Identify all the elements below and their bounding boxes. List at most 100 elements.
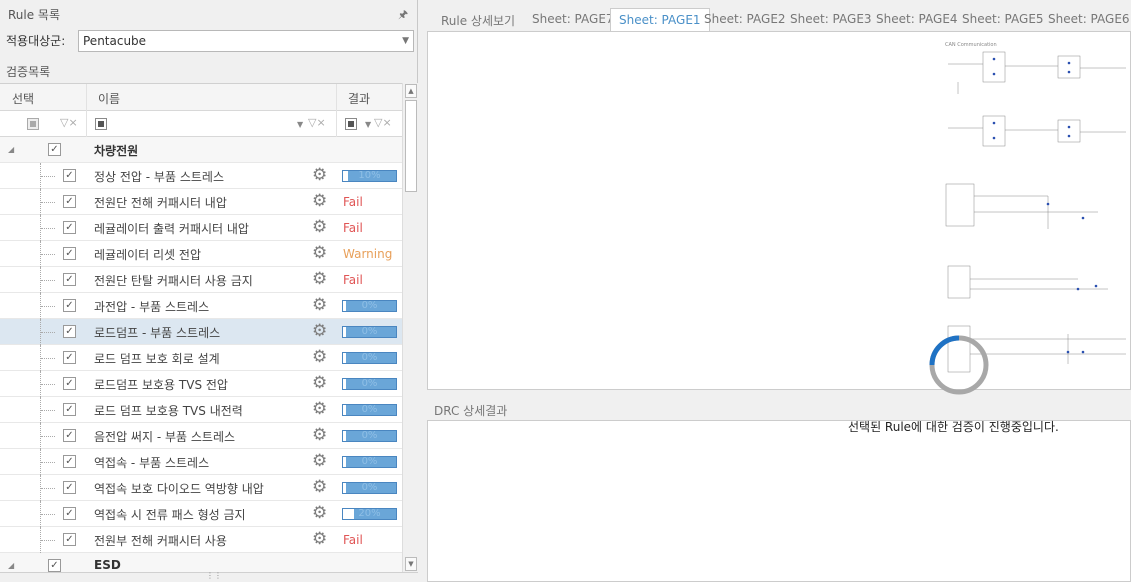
tab-sheet[interactable]: Sheet: PAGE3 xyxy=(782,8,880,32)
progress-bar: 0% xyxy=(342,404,397,416)
gear-icon[interactable]: ⚙ xyxy=(312,452,327,470)
target-group-select[interactable]: Pentacube ▼ xyxy=(78,30,414,52)
tab-rule-detail[interactable]: Rule 상세보기 xyxy=(433,8,523,32)
scrollbar-thumb[interactable] xyxy=(405,100,417,192)
table-row[interactable]: ✓ 레귤레이터 리셋 전압 ⚙ Warning xyxy=(0,241,402,267)
verify-list-label: 검증목록 xyxy=(6,65,51,79)
row-checkbox[interactable]: ✓ xyxy=(63,455,76,468)
collapse-icon[interactable]: ◢ xyxy=(8,561,14,570)
gear-icon[interactable]: ⚙ xyxy=(312,478,327,496)
select-filter-checkbox[interactable] xyxy=(27,118,39,130)
gear-icon[interactable]: ⚙ xyxy=(312,400,327,418)
table-row[interactable]: ✓ 음전압 써지 - 부품 스트레스 ⚙ 0% xyxy=(0,423,402,449)
rule-name: 로드덤프 보호용 TVS 전압 xyxy=(94,378,228,392)
table-row[interactable]: ✓ 역접속 - 부품 스트레스 ⚙ 0% xyxy=(0,449,402,475)
gear-icon[interactable]: ⚙ xyxy=(312,296,327,314)
result-fail: Fail xyxy=(343,273,363,287)
table-row[interactable]: ✓ 레귤레이터 출력 커패시터 내압 ⚙ Fail xyxy=(0,215,402,241)
row-checkbox[interactable]: ✓ xyxy=(63,507,76,520)
table-row[interactable]: ✓ 로드덤프 - 부품 스트레스 ⚙ 0% xyxy=(0,319,402,345)
row-checkbox[interactable]: ✓ xyxy=(63,247,76,260)
table-row[interactable]: ✓ 전원단 탄탈 커패시터 사용 금지 ⚙ Fail xyxy=(0,267,402,293)
result-clear-filter-icon[interactable]: ▽× xyxy=(374,116,392,129)
chevron-down-icon[interactable]: ▼ xyxy=(402,31,409,51)
scroll-up-icon[interactable]: ▲ xyxy=(405,84,417,98)
column-header-name[interactable]: 이름 xyxy=(98,90,120,107)
group-row[interactable]: ◢ ✓ 차량전원 xyxy=(0,137,402,163)
progress-text: 10% xyxy=(358,170,381,181)
rule-name: 역접속 시 전류 패스 형성 금지 xyxy=(94,508,246,522)
grid-scrollbar[interactable]: ▲ ▼ xyxy=(402,83,418,572)
result-warning: Warning xyxy=(343,247,393,261)
scroll-down-icon[interactable]: ▼ xyxy=(405,557,417,571)
rule-name: 전원부 전해 커패시터 사용 xyxy=(94,534,227,548)
table-row[interactable]: ✓ 전원부 전해 커패시터 사용 ⚙ Fail xyxy=(0,527,402,553)
row-checkbox[interactable]: ✓ xyxy=(63,533,76,546)
table-row[interactable]: ✓ 정상 전압 - 부품 스트레스 ⚙ 10% xyxy=(0,163,402,189)
progress-text: 0% xyxy=(361,404,378,415)
gear-icon[interactable]: ⚙ xyxy=(312,166,327,184)
group-row[interactable]: ◢ ✓ ESD xyxy=(0,553,402,572)
row-checkbox[interactable]: ✓ xyxy=(63,325,76,338)
progress-bar: 0% xyxy=(342,456,397,468)
column-header-result[interactable]: 결과 xyxy=(348,90,370,107)
rule-name: 레귤레이터 리셋 전압 xyxy=(94,248,201,262)
row-checkbox[interactable]: ✓ xyxy=(63,351,76,364)
group-checkbox[interactable]: ✓ xyxy=(48,559,61,572)
tab-sheet[interactable]: Sheet: PAGE5 xyxy=(954,8,1052,32)
table-row[interactable]: ✓ 역접속 시 전류 패스 형성 금지 ⚙ 20% xyxy=(0,501,402,527)
tab-sheet[interactable]: Sheet: PAGE7 xyxy=(524,8,622,32)
tab-sheet[interactable]: Sheet: PAGE2 xyxy=(696,8,794,32)
row-checkbox[interactable]: ✓ xyxy=(63,169,76,182)
loading-spinner-icon xyxy=(929,335,989,395)
row-checkbox[interactable]: ✓ xyxy=(63,403,76,416)
name-filter-dropdown-icon[interactable]: ▼ xyxy=(297,120,303,129)
gear-icon[interactable]: ⚙ xyxy=(312,192,327,210)
gear-icon[interactable]: ⚙ xyxy=(312,530,327,548)
group-checkbox[interactable]: ✓ xyxy=(48,143,61,156)
schematic-view[interactable]: CAN Communication xyxy=(427,31,1131,390)
gear-icon[interactable]: ⚙ xyxy=(312,374,327,392)
row-checkbox[interactable]: ✓ xyxy=(63,481,76,494)
progress-text: 0% xyxy=(361,326,378,337)
name-filter-checkbox[interactable] xyxy=(95,118,107,130)
gear-icon[interactable]: ⚙ xyxy=(312,426,327,444)
clear-filter-icon[interactable]: ▽× xyxy=(60,116,78,129)
gear-icon[interactable]: ⚙ xyxy=(312,218,327,236)
result-fail: Fail xyxy=(343,533,363,547)
table-row[interactable]: ✓ 로드 덤프 보호 회로 설계 ⚙ 0% xyxy=(0,345,402,371)
grip-icon[interactable]: ⋮⋮ xyxy=(206,571,222,580)
gear-icon[interactable]: ⚙ xyxy=(312,270,327,288)
row-checkbox[interactable]: ✓ xyxy=(63,221,76,234)
collapse-icon[interactable]: ◢ xyxy=(8,145,14,154)
table-row[interactable]: ✓ 과전압 - 부품 스트레스 ⚙ 0% xyxy=(0,293,402,319)
tab-sheet[interactable]: Sheet: PAGE4 xyxy=(868,8,966,32)
tab-sheet[interactable]: Sheet: PAGE6 xyxy=(1040,8,1131,32)
gear-icon[interactable]: ⚙ xyxy=(312,322,327,340)
table-row[interactable]: ✓ 전원단 전해 커패시터 내압 ⚙ Fail xyxy=(0,189,402,215)
pin-icon[interactable]: 🖈 xyxy=(398,6,408,25)
row-checkbox[interactable]: ✓ xyxy=(63,273,76,286)
progress-text: 20% xyxy=(358,508,381,519)
row-checkbox[interactable]: ✓ xyxy=(63,299,76,312)
panel-splitter[interactable]: ⋮⋮ xyxy=(0,571,418,582)
tab-sheet[interactable]: Sheet: PAGE1 xyxy=(610,8,710,32)
result-filter-checkbox[interactable] xyxy=(345,118,357,130)
column-header-select[interactable]: 선택 xyxy=(12,90,34,107)
name-clear-filter-icon[interactable]: ▽× xyxy=(308,116,326,129)
progress-bar: 0% xyxy=(342,430,397,442)
row-checkbox[interactable]: ✓ xyxy=(63,429,76,442)
rule-name: 음전압 써지 - 부품 스트레스 xyxy=(94,430,236,444)
table-row[interactable]: ✓ 역접속 보호 다이오드 역방향 내압 ⚙ 0% xyxy=(0,475,402,501)
row-checkbox[interactable]: ✓ xyxy=(63,377,76,390)
table-row[interactable]: ✓ 로드덤프 보호용 TVS 전압 ⚙ 0% xyxy=(0,371,402,397)
result-fail: Fail xyxy=(343,221,363,235)
detail-panel: Rule 상세보기 Sheet: PAGE7 Sheet: PAGE1 Sheet: … xyxy=(424,0,1131,582)
progress-text: 0% xyxy=(361,352,378,363)
gear-icon[interactable]: ⚙ xyxy=(312,348,327,366)
result-filter-dropdown-icon[interactable]: ▼ xyxy=(365,120,371,129)
gear-icon[interactable]: ⚙ xyxy=(312,504,327,522)
table-row[interactable]: ✓ 로드 덤프 보호용 TVS 내전력 ⚙ 0% xyxy=(0,397,402,423)
gear-icon[interactable]: ⚙ xyxy=(312,244,327,262)
row-checkbox[interactable]: ✓ xyxy=(63,195,76,208)
